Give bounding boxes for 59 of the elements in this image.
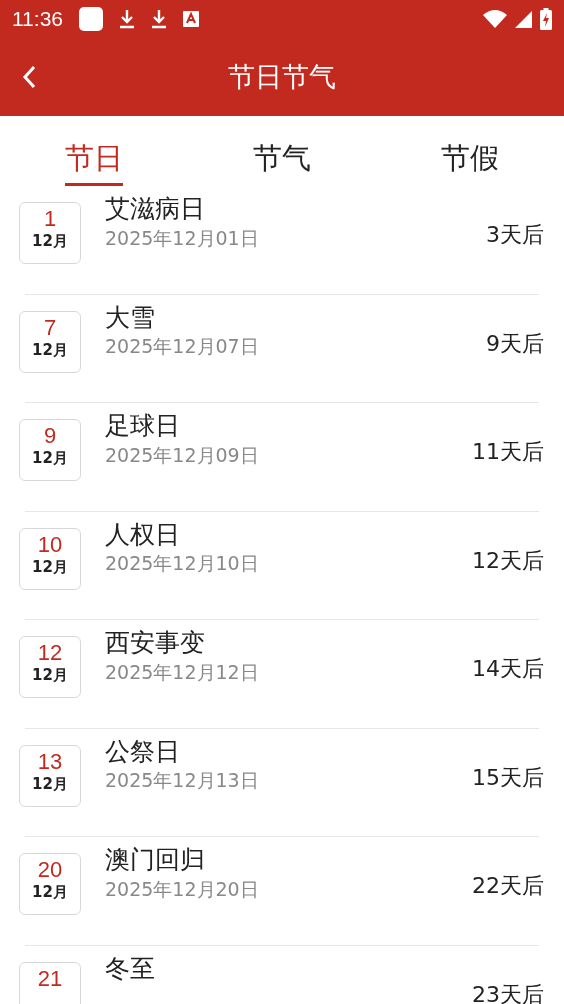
festival-date: 2025年12月10日 [105,551,260,576]
month-label: 12月 [32,774,68,795]
month-label: 12月 [32,666,68,686]
festival-date: 2025年12月12日 [105,659,260,685]
festival-name: 澳门回归 [105,844,206,876]
festival-date: 2025年12月13日 [105,768,260,793]
festival-name: 足球日 [105,410,181,442]
back-button[interactable] [22,65,36,89]
festival-row[interactable]: 7 12月 大雪 2025年12月07日 9天后 [0,294,564,402]
month-label: 12月 [32,232,68,252]
festival-name: 公祭日 [105,735,181,768]
notification-icon [79,7,103,31]
festival-date: 2025年12月07日 [105,334,260,359]
festival-date: 2025年12月01日 [105,225,260,251]
countdown-text: 23天后 [472,980,544,1004]
festival-date: 2025年12月20日 [105,876,260,902]
festival-row[interactable]: 13 12月 公祭日 2025年12月13日 15天后 [0,728,564,836]
download-icon [119,9,135,29]
status-time: 11:36 [12,6,63,33]
festival-row[interactable]: 1 12月 艾滋病日 2025年12月01日 3天后 [0,186,564,294]
day-number: 1 [43,206,57,233]
tab[interactable]: 节气 [253,141,311,186]
month-label: 12月 [32,340,68,361]
festival-date: 2025年12月09日 [105,442,260,468]
wifi-icon [483,10,507,28]
day-number: 10 [37,531,63,558]
festival-name: 艾滋病日 [105,193,206,225]
countdown-text: 14天后 [472,655,544,683]
countdown-text: 11天后 [472,438,544,466]
download-icon [151,9,167,29]
countdown-text: 12天后 [472,546,544,575]
day-number: 20 [37,857,63,884]
month-label: 12月 [32,883,68,903]
festival-name: 大雪 [105,301,156,334]
festival-row[interactable]: 12 12月 西安事变 2025年12月12日 14天后 [0,620,564,728]
countdown-text: 9天后 [486,329,544,358]
app-icon [183,11,199,27]
festival-row[interactable]: 9 12月 足球日 2025年12月09日 11天后 [0,403,564,511]
tab[interactable]: 节日 [65,141,123,186]
day-number: 13 [37,748,63,775]
countdown-text: 22天后 [472,872,544,900]
month-label: 12月 [32,449,68,469]
signal-icon [515,10,532,28]
festival-name: 冬至 [105,952,156,985]
battery-icon [540,8,552,30]
tab[interactable]: 节假 [441,141,499,186]
day-number: 9 [43,423,57,450]
month-label: 12月 [32,557,68,578]
day-number: 21 [37,965,63,992]
page-title: 节日节气 [228,59,336,94]
festival-name: 人权日 [105,518,181,551]
countdown-text: 15天后 [472,763,544,792]
festival-row[interactable]: 21 冬至 23天后 [0,945,564,1004]
countdown-text: 3天后 [486,221,544,249]
day-number: 7 [43,314,57,341]
festival-name: 西安事变 [105,627,206,659]
festival-row[interactable]: 20 12月 澳门回归 2025年12月20日 22天后 [0,837,564,945]
festival-row[interactable]: 10 12月 人权日 2025年12月10日 12天后 [0,511,564,619]
day-number: 12 [37,640,63,667]
